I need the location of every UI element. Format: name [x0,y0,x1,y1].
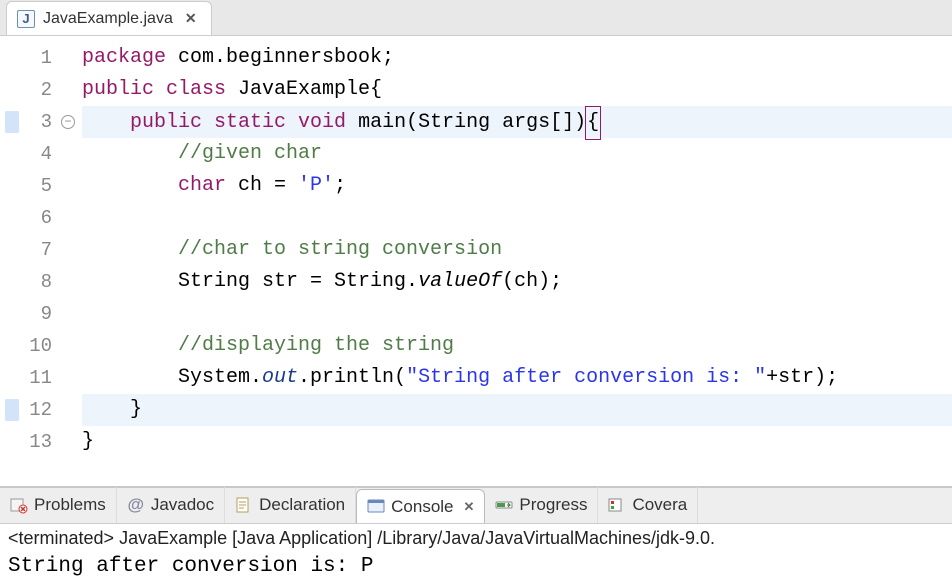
code-line[interactable]: //displaying the string [82,330,952,362]
code-line[interactable]: System.out.println("String after convers… [82,362,952,394]
code-line[interactable]: } [82,426,952,458]
fold-slot [58,74,78,106]
line-number: 8 [20,266,52,298]
marker-slot [0,426,20,458]
marker-slot [0,106,20,138]
marker-slot [0,170,20,202]
tab-coverage[interactable]: Covera [598,487,698,523]
progress-icon [495,496,513,514]
tab-problems[interactable]: Problems [0,487,117,523]
marker-slot [0,394,20,426]
marker-slot [0,362,20,394]
fold-slot [58,426,78,458]
marker-slot [0,298,20,330]
tab-console[interactable]: Console ✕ [356,489,485,523]
console-output: String after conversion is: P [0,553,952,586]
code-line[interactable]: public static void main(String args[]){ [82,106,952,138]
line-number: 6 [20,202,52,234]
line-number: 1 [20,42,52,74]
console-icon [367,498,385,516]
code-line[interactable]: //given char [82,138,952,170]
line-number: 11 [20,362,52,394]
code-line[interactable] [82,202,952,234]
fold-slot [58,234,78,266]
line-number: 2 [20,74,52,106]
tab-label: Problems [34,495,106,515]
fold-slot [58,394,78,426]
marker-slot [0,330,20,362]
tab-label: Console [391,497,453,517]
fold-slot [58,170,78,202]
close-icon[interactable]: ✕ [181,10,201,27]
marker-slot [0,234,20,266]
line-number: 12 [20,394,52,426]
coverage-icon [608,496,626,514]
marker-slot [0,266,20,298]
fold-slot [58,362,78,394]
tab-label: Progress [519,495,587,515]
fold-toggle-icon[interactable]: − [61,115,75,129]
fold-slot [58,298,78,330]
fold-slot [58,330,78,362]
tab-title: JavaExample.java [43,10,173,28]
line-number: 5 [20,170,52,202]
console-process-header: <terminated> JavaExample [Java Applicati… [0,524,952,553]
tab-label: Declaration [259,495,345,515]
code-line[interactable]: char ch = 'P'; [82,170,952,202]
code-editor[interactable]: 12345678910111213 − package com.beginner… [0,36,952,486]
tab-javadoc[interactable]: @ Javadoc [117,487,225,523]
code-line[interactable]: String str = String.valueOf(ch); [82,266,952,298]
line-number: 13 [20,426,52,458]
tab-progress[interactable]: Progress [485,487,598,523]
marker-slot [0,42,20,74]
marker-slot [0,74,20,106]
code-line[interactable]: } [82,394,952,426]
line-number: 3 [20,106,52,138]
line-number: 10 [20,330,52,362]
marker-ruler [0,42,20,486]
bottom-panel: Problems @ Javadoc Declaration Console ✕… [0,486,952,586]
tab-label: Javadoc [151,495,214,515]
code-line[interactable]: public class JavaExample{ [82,74,952,106]
javadoc-icon: @ [127,496,145,514]
line-number-gutter: 12345678910111213 [20,42,58,486]
declaration-icon [235,496,253,514]
fold-slot [58,266,78,298]
fold-slot [58,42,78,74]
editor-tab-javaexample[interactable]: J JavaExample.java ✕ [6,1,212,35]
fold-slot [58,202,78,234]
tab-declaration[interactable]: Declaration [225,487,356,523]
marker-slot [0,138,20,170]
fold-ruler: − [58,42,78,486]
java-file-icon: J [17,10,35,28]
line-number: 4 [20,138,52,170]
line-number: 9 [20,298,52,330]
fold-slot: − [58,106,78,138]
code-line[interactable]: package com.beginnersbook; [82,42,952,74]
fold-slot [58,138,78,170]
tab-label: Covera [632,495,687,515]
problems-icon [10,496,28,514]
close-icon[interactable]: ✕ [464,499,475,515]
line-number: 7 [20,234,52,266]
code-area[interactable]: package com.beginnersbook;public class J… [78,42,952,486]
code-line[interactable]: //char to string conversion [82,234,952,266]
editor-tab-bar: J JavaExample.java ✕ [0,0,952,36]
marker-slot [0,202,20,234]
bottom-tab-bar: Problems @ Javadoc Declaration Console ✕… [0,488,952,524]
code-line[interactable] [82,298,952,330]
